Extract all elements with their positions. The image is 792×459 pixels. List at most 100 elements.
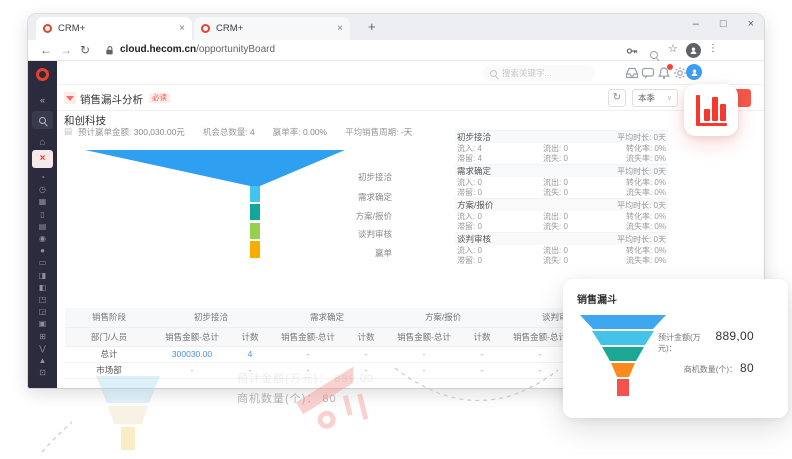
sidebar-item-dashboard[interactable]: ◔ xyxy=(28,172,57,184)
zoom-icon[interactable] xyxy=(650,51,658,59)
url-path: /opportunityBoard xyxy=(196,44,275,55)
sidebar-item-home[interactable]: ⌂ xyxy=(28,135,57,150)
browser-profile-avatar[interactable] xyxy=(686,43,701,58)
tab-strip-tabs: CRM+×CRM+× xyxy=(36,17,352,40)
stage-stat-row: 流入: 0流出: 0转化率: 0% xyxy=(455,177,668,188)
browser-tab[interactable]: CRM+× xyxy=(194,17,350,40)
new-tab-button[interactable]: + xyxy=(368,19,376,34)
forward-button[interactable]: → xyxy=(60,43,72,57)
sidebar-item-briefcase[interactable]: ▣ xyxy=(28,318,57,330)
sidebar-item-products[interactable]: ⊞ xyxy=(28,330,57,342)
funnel-stage-label: 初步接洽 xyxy=(292,172,392,182)
stage-stat-cell: 流失率: 0% xyxy=(625,221,666,232)
page-header: 销售漏斗分析 必读 ↻ 本季 ∨ xyxy=(57,85,764,111)
sidebar-item-calendar[interactable]: ▦ xyxy=(28,196,57,208)
url-domain: cloud.hecom.cn xyxy=(120,44,196,55)
funnel-analysis-icon: × xyxy=(40,154,46,164)
inbox-icon[interactable] xyxy=(625,66,639,80)
stage-stat-cell: 流失: 0 xyxy=(543,153,625,164)
page-title: 销售漏斗分析 xyxy=(80,92,143,107)
sidebar-item-archive[interactable]: ⊡ xyxy=(28,367,57,379)
sidebar-item-charts[interactable]: ▲ xyxy=(28,355,57,367)
sub-header-cell: 计数 xyxy=(347,327,385,346)
period-dropdown[interactable]: 本季 ∨ xyxy=(632,89,678,107)
stage-stat-cell: 流入: 0 xyxy=(457,245,543,256)
browser-menu-icon[interactable]: ⋮ xyxy=(708,43,718,54)
maximize-button[interactable]: □ xyxy=(720,18,727,30)
window-controls: – □ × xyxy=(693,18,754,30)
ghost-funnel-band xyxy=(108,406,148,424)
stage-name: 初步接洽 xyxy=(457,131,491,143)
sub-header-cell: 销售金额-总计 xyxy=(153,327,231,346)
stage-stat-row: 滞留: 0流失: 0流失率: 0% xyxy=(455,222,668,233)
contacts-icon: ● xyxy=(40,247,45,255)
value-cell[interactable]: 4 xyxy=(231,346,269,362)
padlock-icon xyxy=(104,45,115,56)
stage-stat-cell: 流出: 0 xyxy=(543,143,625,154)
settings-icon: ◉ xyxy=(39,235,46,243)
calendar-icon: ▦ xyxy=(39,198,47,206)
card-title: 销售漏斗 xyxy=(577,291,617,306)
sidebar-item-funnel[interactable]: ⋁ xyxy=(28,343,57,355)
minimize-button[interactable]: – xyxy=(693,18,699,30)
value-cell[interactable]: 300030.00 xyxy=(153,346,231,362)
bell-icon[interactable] xyxy=(657,66,671,80)
browser-toolbar: ← → ↻ cloud.hecom.cn/opportunityBoard ☆ … xyxy=(28,40,764,61)
stage-stat-cell: 流出: 0 xyxy=(543,211,625,222)
stage-stat-cell: 转化率: 0% xyxy=(625,245,666,256)
bookmark-star-icon[interactable]: ☆ xyxy=(668,42,678,55)
sidebar-item-documents[interactable]: ▤ xyxy=(28,221,57,233)
tab-close-icon[interactable]: × xyxy=(337,23,343,34)
metric-value: 889,00 xyxy=(715,329,754,343)
back-button[interactable]: ← xyxy=(40,43,52,57)
close-button[interactable]: × xyxy=(748,18,754,30)
stage-avg-duration: 平均时长: 0天 xyxy=(617,166,666,177)
sidebar-item-collapse[interactable]: « xyxy=(28,92,57,108)
gear-icon[interactable] xyxy=(673,66,687,80)
refresh-button[interactable]: ↻ xyxy=(608,89,626,107)
value-cell: - xyxy=(463,346,501,362)
stage-stat-cell: 流失率: 0% xyxy=(625,255,666,266)
message-icon[interactable] xyxy=(641,66,655,80)
tab-strip: CRM+×CRM+× + – □ × xyxy=(28,14,764,40)
sidebar-item-analytics[interactable]: ◲ xyxy=(28,306,57,318)
sidebar-item-contacts[interactable]: ● xyxy=(28,245,57,257)
funnel-stage-band xyxy=(250,241,260,258)
sidebar-item-history[interactable]: ◷ xyxy=(28,184,57,196)
kpi-item: 赢单率: 0.00% xyxy=(273,126,327,138)
stage-name: 需求确定 xyxy=(457,165,491,177)
messages-icon: ◨ xyxy=(39,272,47,280)
sidebar-item-settings[interactable]: ◉ xyxy=(28,233,57,245)
sidebar-item-reports[interactable]: ◳ xyxy=(28,294,57,306)
bar-chart-icon xyxy=(696,123,727,127)
sidebar-item-funnel-analysis[interactable]: × xyxy=(32,150,53,168)
sidebar-item-search[interactable] xyxy=(32,111,53,129)
bar-chart-icon xyxy=(720,104,726,121)
kpi-value: 300,030.00元 xyxy=(134,127,185,137)
kpi-value: -天 xyxy=(401,127,412,137)
sidebar-item-chat[interactable]: ◧ xyxy=(28,282,57,294)
kpi-label: 机会总数量: xyxy=(203,127,250,137)
global-search[interactable] xyxy=(483,65,595,81)
kpi-value: 0.00% xyxy=(303,127,327,137)
archive-icon: ⊡ xyxy=(39,369,46,377)
search-input[interactable] xyxy=(502,68,588,78)
person-icon xyxy=(690,68,699,77)
browser-tab[interactable]: CRM+× xyxy=(36,17,192,40)
key-icon[interactable] xyxy=(626,45,638,57)
tab-close-icon[interactable]: × xyxy=(179,23,185,34)
user-avatar[interactable] xyxy=(686,64,702,80)
stage-stat-cell: 流出: 0 xyxy=(543,245,625,256)
sidebar-item-mobile[interactable]: ▯ xyxy=(28,209,57,221)
funnel-page-icon xyxy=(64,92,76,104)
stamp-shape xyxy=(314,407,339,432)
sidebar-item-monitor[interactable]: ▭ xyxy=(28,257,57,269)
address-bar[interactable]: cloud.hecom.cn/opportunityBoard xyxy=(120,44,275,55)
sidebar-item-messages[interactable]: ◨ xyxy=(28,270,57,282)
card-metric-row: 预计金额(万元)：889,00 xyxy=(658,329,754,354)
value-cell: - xyxy=(385,346,463,362)
chart-shortcut-card[interactable] xyxy=(684,84,738,136)
value-cell: - xyxy=(385,362,463,378)
history-icon: ◷ xyxy=(39,186,46,194)
reload-button[interactable]: ↻ xyxy=(80,43,90,57)
